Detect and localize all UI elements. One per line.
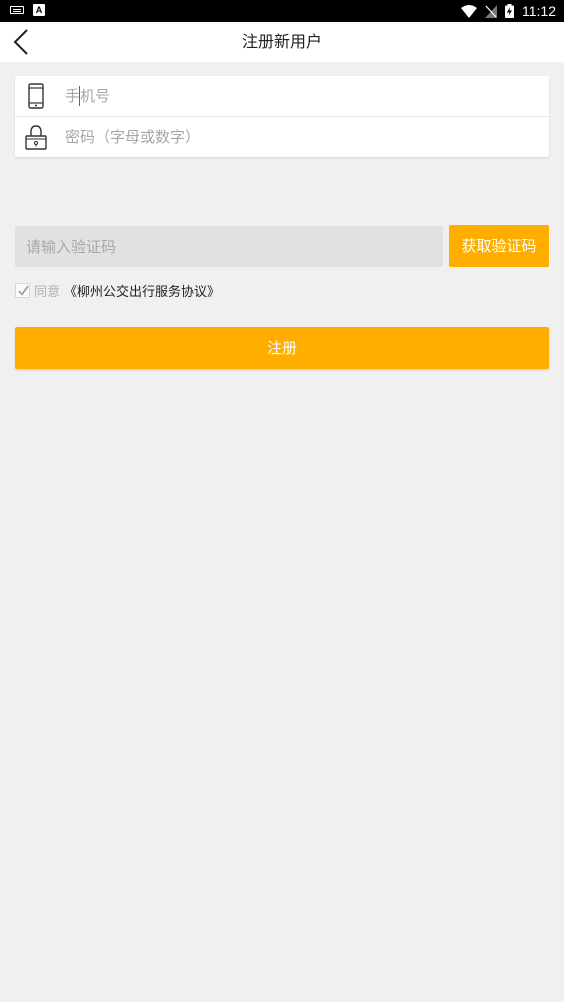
status-bar: A 11:12 [0,0,564,22]
battery-charging-icon [505,4,514,18]
app-header: 注册新用户 [0,22,564,62]
register-button[interactable]: 注册 [15,327,549,369]
get-code-button[interactable]: 获取验证码 [449,225,549,267]
agreement-checkbox[interactable] [15,282,30,298]
password-row [15,116,549,157]
keyboard-icon [10,6,24,14]
agreement-label: 同意 [34,284,61,300]
check-icon [18,285,29,296]
phone-input[interactable] [65,76,539,116]
credentials-card [15,76,549,157]
phone-icon [28,83,44,109]
lock-icon [25,125,47,150]
wifi-icon [461,4,477,18]
text-cursor [79,86,80,106]
agreement-link[interactable]: 《柳州公交出行服务协议》 [64,281,220,300]
no-sim-icon [485,4,497,18]
chevron-left-icon [13,29,28,55]
status-bar-right: 11:12 [461,2,556,20]
verification-code-input[interactable] [15,226,443,267]
agreement-row: 同意 《柳州公交出行服务协议》 [15,281,220,300]
status-time: 11:12 [522,3,556,19]
phone-row [15,76,549,116]
password-input[interactable] [65,117,539,157]
a-badge-icon: A [33,4,45,16]
page-title: 注册新用户 [241,32,322,51]
status-bar-left: A [10,4,45,16]
back-button[interactable] [8,26,38,58]
